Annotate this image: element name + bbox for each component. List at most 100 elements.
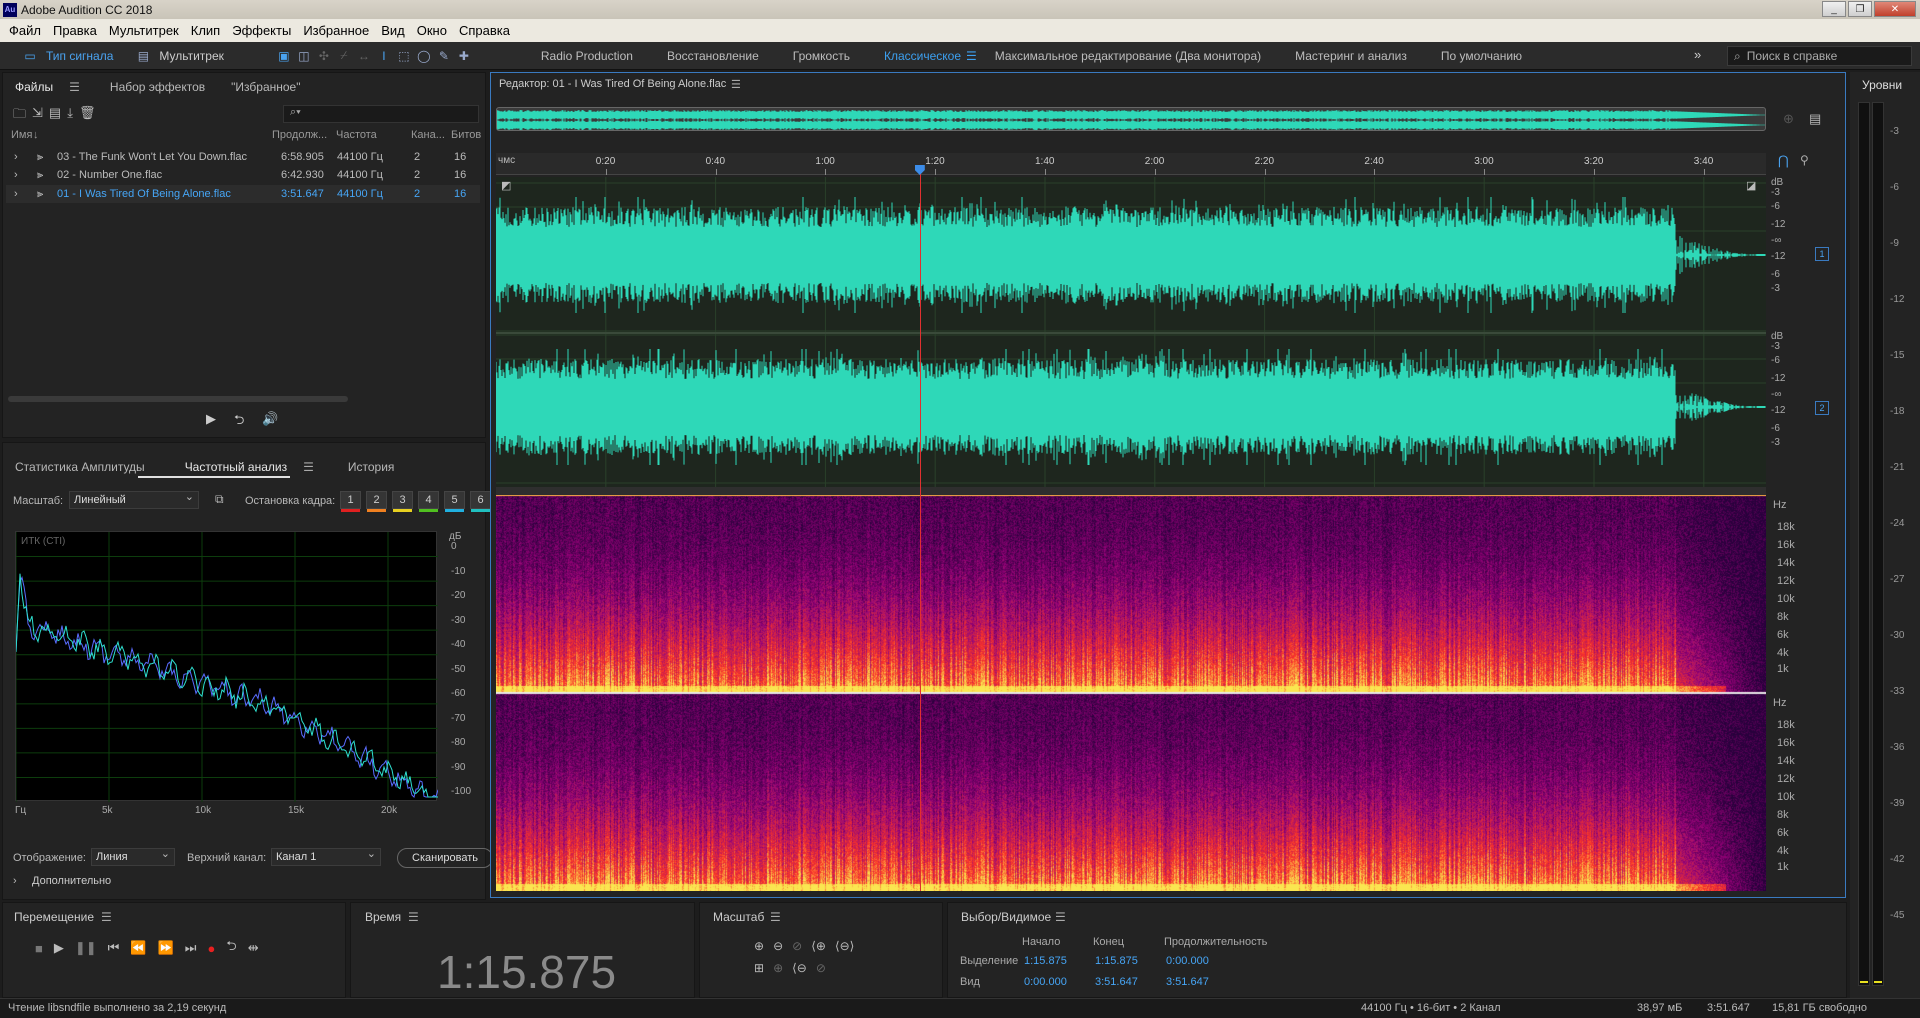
- brush-tool-icon[interactable]: ✎: [434, 46, 454, 66]
- snap-icon[interactable]: ⋂: [1778, 153, 1789, 169]
- menu-view[interactable]: Вид: [375, 23, 411, 38]
- level-meter[interactable]: [1858, 102, 1870, 986]
- stop-icon[interactable]: ■: [35, 941, 43, 956]
- transport-menu-icon[interactable]: ☰: [101, 910, 112, 924]
- workspace-restoration[interactable]: Восстановление: [650, 49, 776, 63]
- view-duration[interactable]: 3:51.647: [1166, 976, 1209, 988]
- selection-menu-icon[interactable]: ☰: [1055, 910, 1066, 924]
- channel-2-badge[interactable]: 2: [1815, 401, 1829, 415]
- multitrack-mode-button[interactable]: ▤ Мультитрек: [123, 46, 233, 66]
- delete-file-icon[interactable]: 🗑: [79, 105, 96, 127]
- zoom-in-left-icon[interactable]: ⊕: [773, 961, 783, 975]
- zoom-full-icon[interactable]: ⟨⊖: [792, 961, 807, 975]
- close-icon[interactable]: ✕: [1874, 1, 1916, 17]
- freeze-slot-5[interactable]: 5: [444, 491, 465, 512]
- zoom-selection-icon[interactable]: ⊕: [1783, 111, 1794, 127]
- marquee-tool-icon[interactable]: ⬚: [394, 46, 414, 66]
- workspace-loudness[interactable]: Громкость: [776, 49, 867, 63]
- spectral-area[interactable]: [496, 495, 1766, 891]
- panel-divider[interactable]: [496, 487, 1766, 495]
- workspace-classic[interactable]: Классическое: [867, 49, 978, 63]
- current-time-display[interactable]: 1:15.875: [437, 945, 616, 999]
- tab-favorites[interactable]: "Избранное": [217, 80, 312, 94]
- files-scrollbar[interactable]: [8, 396, 348, 402]
- menu-favorites[interactable]: Избранное: [297, 23, 375, 38]
- workspace-max-editing[interactable]: Максимальное редактирование (Два монитор…: [977, 49, 1278, 63]
- pause-icon[interactable]: ❚❚: [75, 940, 97, 956]
- selection-start[interactable]: 1:15.875: [1024, 955, 1067, 967]
- more-workspaces-icon[interactable]: »: [1694, 47, 1701, 62]
- analysis-menu-icon[interactable]: ☰: [291, 460, 326, 474]
- files-panel-menu-icon[interactable]: ☰: [57, 80, 92, 94]
- top-channel-dropdown[interactable]: Канал 1: [271, 847, 381, 866]
- col-name[interactable]: Имя: [11, 129, 32, 141]
- expand-icon[interactable]: ›: [14, 188, 18, 200]
- go-to-start-icon[interactable]: ⏮: [108, 940, 120, 956]
- tab-amplitude-stats[interactable]: Статистика Амплитуды: [3, 460, 157, 474]
- zoom-in-time-icon[interactable]: ⟨⊕: [811, 939, 826, 953]
- col-channels[interactable]: Кана...: [411, 129, 445, 141]
- zoom-out-full-icon[interactable]: ⊘: [816, 961, 826, 975]
- fade-out-handle-icon[interactable]: ◪: [1746, 179, 1756, 192]
- zoom-in-amplitude-icon[interactable]: ⊕: [754, 939, 764, 953]
- autoplay-icon[interactable]: 🔊: [262, 411, 278, 433]
- workspace-mastering[interactable]: Мастеринг и анализ: [1278, 49, 1424, 63]
- fast-forward-icon[interactable]: ⏩: [158, 940, 174, 956]
- files-search-field[interactable]: ⌕▾: [283, 105, 479, 123]
- slip-tool-icon[interactable]: ↔: [354, 46, 374, 66]
- file-row[interactable]: › ⫸ 03 - The Funk Won't Let You Down.fla…: [6, 148, 480, 166]
- open-file-icon[interactable]: 🗀: [13, 105, 26, 127]
- spot-healing-icon[interactable]: ✚: [454, 46, 474, 66]
- tab-history[interactable]: История: [326, 460, 407, 474]
- zoom-reset-amplitude-icon[interactable]: ⊘: [792, 939, 802, 953]
- tab-files[interactable]: Файлы: [3, 80, 65, 94]
- vertical-zoom-icon[interactable]: ▤: [1809, 111, 1821, 127]
- file-row[interactable]: › ⫸ 02 - Number One.flac 6:42.930 44100 …: [6, 166, 480, 184]
- snapshot-icon[interactable]: ⧉: [215, 492, 224, 507]
- editor-menu-icon[interactable]: ☰: [731, 78, 741, 91]
- waveform-view-icon[interactable]: ▣: [274, 46, 294, 66]
- fade-in-handle-icon[interactable]: ◩: [501, 179, 511, 192]
- help-search-field[interactable]: ⌕ Поиск в справке: [1727, 46, 1912, 66]
- menu-edit[interactable]: Правка: [47, 23, 103, 38]
- advanced-label[interactable]: Дополнительно: [32, 875, 111, 887]
- tab-effects-rack[interactable]: Набор эффектов: [92, 80, 217, 94]
- pin-icon[interactable]: ⚲: [1800, 153, 1809, 167]
- zoom-selection-panel-icon[interactable]: ⊞: [754, 961, 764, 975]
- menu-help[interactable]: Справка: [453, 23, 516, 38]
- expand-icon[interactable]: ›: [14, 169, 18, 181]
- col-rate[interactable]: Частота: [336, 129, 377, 141]
- freeze-slot-2[interactable]: 2: [366, 491, 387, 512]
- menu-multitrack[interactable]: Мультитрек: [103, 23, 185, 38]
- playhead[interactable]: [919, 169, 921, 891]
- time-menu-icon[interactable]: ☰: [408, 910, 419, 924]
- time-selection-tool-icon[interactable]: I: [374, 46, 394, 66]
- freeze-slot-4[interactable]: 4: [418, 491, 439, 512]
- scan-button[interactable]: Сканировать: [397, 848, 493, 868]
- import-file-icon[interactable]: ⇲: [32, 105, 43, 127]
- workspace-radio-production[interactable]: Radio Production: [524, 49, 650, 63]
- expand-icon[interactable]: ›: [14, 151, 18, 163]
- waveform-area[interactable]: [496, 177, 1766, 487]
- overview-bar[interactable]: [496, 107, 1766, 131]
- new-file-icon[interactable]: ▤: [49, 105, 61, 127]
- selection-end[interactable]: 1:15.875: [1095, 955, 1138, 967]
- insert-multitrack-icon[interactable]: ⤓: [67, 105, 73, 127]
- zoom-out-amplitude-icon[interactable]: ⊖: [773, 939, 783, 953]
- loop-playback-icon[interactable]: ⮌: [226, 937, 236, 959]
- freeze-slot-6[interactable]: 6: [470, 491, 491, 512]
- waveform-mode-button[interactable]: ▭ Тип сигнала: [10, 46, 123, 66]
- level-meter-2[interactable]: [1872, 102, 1884, 986]
- scale-dropdown[interactable]: Линейный: [69, 490, 199, 509]
- view-start[interactable]: 0:00.000: [1024, 976, 1067, 988]
- workspace-default[interactable]: По умолчанию: [1424, 49, 1539, 63]
- display-dropdown[interactable]: Линия: [91, 847, 175, 866]
- lasso-tool-icon[interactable]: ◯: [414, 46, 434, 66]
- freeze-slot-3[interactable]: 3: [392, 491, 413, 512]
- view-end[interactable]: 3:51.647: [1095, 976, 1138, 988]
- file-row-selected[interactable]: › ⫸ 01 - I Was Tired Of Being Alone.flac…: [6, 185, 480, 203]
- workspace-menu-icon[interactable]: ☰: [966, 49, 977, 63]
- col-bits[interactable]: Битов: [451, 129, 481, 141]
- zoom-out-time-icon[interactable]: ⟨⊖⟩: [835, 939, 854, 953]
- selection-duration[interactable]: 0:00.000: [1166, 955, 1209, 967]
